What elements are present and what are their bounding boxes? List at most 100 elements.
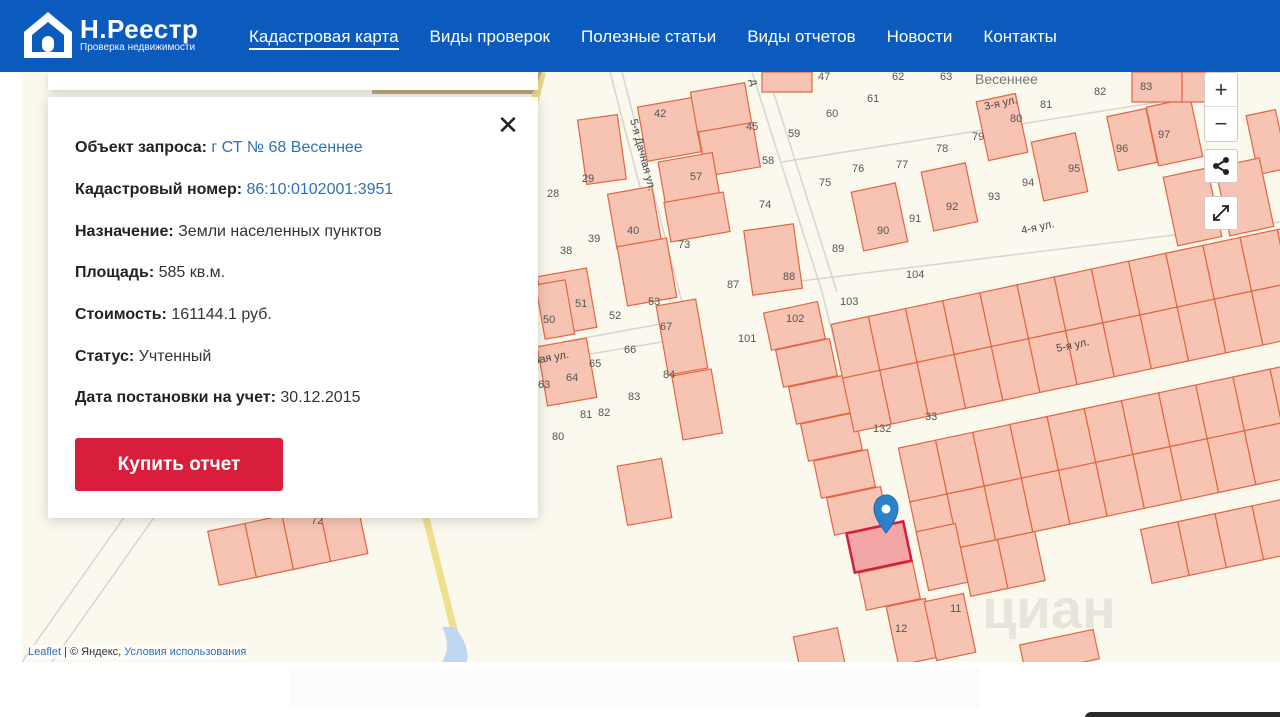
svg-text:77: 77 <box>896 159 908 171</box>
svg-text:78: 78 <box>936 143 948 155</box>
svg-text:95: 95 <box>1068 163 1080 175</box>
svg-text:104: 104 <box>906 269 924 281</box>
svg-text:93: 93 <box>988 191 1000 203</box>
svg-text:11: 11 <box>950 603 961 615</box>
svg-text:91: 91 <box>909 213 921 225</box>
svg-text:75: 75 <box>819 177 831 189</box>
svg-text:88: 88 <box>783 271 795 283</box>
nav-contacts[interactable]: Контакты <box>983 26 1056 50</box>
svg-text:39: 39 <box>588 233 600 245</box>
svg-text:58: 58 <box>762 155 774 167</box>
svg-text:29: 29 <box>582 173 594 185</box>
street-label: 4-я ул. <box>1020 218 1055 237</box>
svg-text:66: 66 <box>624 344 636 356</box>
nav-report-types[interactable]: Виды отчетов <box>747 26 855 50</box>
svg-text:28: 28 <box>547 188 559 200</box>
leaflet-link[interactable]: Leaflet <box>28 646 61 658</box>
svg-text:101: 101 <box>738 333 756 345</box>
svg-text:57: 57 <box>690 171 702 183</box>
svg-text:53: 53 <box>648 296 660 308</box>
overlay-corner <box>1085 712 1280 717</box>
terms-link[interactable]: Условия использования <box>124 646 246 658</box>
svg-text:76: 76 <box>852 163 864 175</box>
svg-text:59: 59 <box>788 128 800 140</box>
nav-useful-articles[interactable]: Полезные статьи <box>581 26 716 50</box>
svg-text:80: 80 <box>552 431 564 443</box>
svg-text:83: 83 <box>1140 81 1152 93</box>
svg-text:83: 83 <box>628 391 640 403</box>
nav-news[interactable]: Новости <box>887 26 953 50</box>
main-nav: Кадастровая карта Виды проверок Полезные… <box>249 26 1088 50</box>
svg-text:82: 82 <box>598 407 610 419</box>
svg-text:42: 42 <box>654 108 666 120</box>
house-logo-icon <box>24 12 72 58</box>
svg-text:97: 97 <box>1158 129 1170 141</box>
svg-text:80: 80 <box>1010 113 1022 125</box>
page-footer-area <box>290 668 980 708</box>
info-row-object: Объект запроса: г СТ № 68 Весеннее <box>75 139 363 156</box>
fullscreen-button[interactable] <box>1204 196 1238 230</box>
svg-text:60: 60 <box>826 108 838 120</box>
svg-text:81: 81 <box>580 409 592 421</box>
app-root: Н.Реестр Проверка недвижимости Кадастров… <box>0 0 1280 717</box>
svg-text:132: 132 <box>873 423 891 435</box>
svg-text:51: 51 <box>575 298 587 310</box>
svg-text:102: 102 <box>786 313 804 325</box>
plot-info-card: ✕ Объект запроса: г СТ № 68 Весеннее Кад… <box>48 97 538 518</box>
svg-text:62: 62 <box>892 72 904 83</box>
zoom-control: + − <box>1204 72 1238 142</box>
svg-text:79: 79 <box>972 131 984 143</box>
svg-text:50: 50 <box>543 314 555 326</box>
water-body <box>442 627 468 662</box>
nav-cadastral-map[interactable]: Кадастровая карта <box>249 26 399 50</box>
svg-text:73: 73 <box>678 239 690 251</box>
info-row-status: Статус: Учтенный <box>75 348 212 365</box>
logo-title: Н.Реестр <box>80 14 199 44</box>
zoom-out-button[interactable]: − <box>1205 107 1237 141</box>
share-button[interactable] <box>1204 149 1238 183</box>
svg-text:40: 40 <box>627 225 639 237</box>
info-row-area: Площадь: 585 кв.м. <box>75 264 226 281</box>
close-icon[interactable]: ✕ <box>494 110 522 140</box>
svg-text:52: 52 <box>609 310 621 322</box>
map-attribution: Leaflet | © Яндекс, Условия использовани… <box>28 645 247 659</box>
logo-subtitle: Проверка недвижимости <box>80 42 196 53</box>
svg-text:33: 33 <box>925 411 937 423</box>
svg-text:94: 94 <box>1022 177 1034 189</box>
svg-text:82: 82 <box>1094 86 1106 98</box>
cadastral-number-link[interactable]: 86:10:0102001:3951 <box>247 181 394 198</box>
svg-text:103: 103 <box>840 296 858 308</box>
logo[interactable]: Н.Реестр Проверка недвижимости <box>22 10 198 60</box>
svg-text:65: 65 <box>589 358 601 370</box>
svg-text:81: 81 <box>1040 99 1052 111</box>
svg-text:92: 92 <box>946 201 958 213</box>
svg-text:64: 64 <box>566 372 578 384</box>
svg-text:47: 47 <box>818 72 830 83</box>
svg-text:61: 61 <box>867 93 879 105</box>
yandex-attribution: | © Яндекс, <box>64 646 122 658</box>
fullscreen-icon <box>1213 205 1229 221</box>
svg-text:12: 12 <box>895 623 907 635</box>
info-row-cadastral-number: Кадастровый номер: 86:10:0102001:3951 <box>75 181 394 198</box>
svg-text:90: 90 <box>877 225 889 237</box>
previous-card-edge <box>48 72 538 90</box>
svg-text:96: 96 <box>1116 143 1128 155</box>
place-label: Весеннее <box>975 72 1038 87</box>
svg-text:67: 67 <box>660 321 672 333</box>
info-row-purpose: Назначение: Земли населенных пунктов <box>75 223 382 240</box>
site-header: Н.Реестр Проверка недвижимости Кадастров… <box>0 0 1280 72</box>
svg-text:63: 63 <box>538 379 550 391</box>
svg-text:89: 89 <box>832 243 844 255</box>
svg-text:45: 45 <box>746 121 758 133</box>
info-row-cost: Стоимость: 161144.1 руб. <box>75 306 272 323</box>
svg-text:63: 63 <box>940 72 952 83</box>
zoom-in-button[interactable]: + <box>1205 73 1237 107</box>
info-row-registration-date: Дата постановки на учет: 30.12.2015 <box>75 389 361 406</box>
nav-check-types[interactable]: Виды проверок <box>430 26 550 50</box>
object-link[interactable]: г СТ № 68 Весеннее <box>211 139 362 156</box>
svg-text:74: 74 <box>759 199 771 211</box>
svg-text:84: 84 <box>663 369 675 381</box>
svg-text:87: 87 <box>727 279 739 291</box>
buy-report-button[interactable]: Купить отчет <box>75 438 283 491</box>
share-icon <box>1213 157 1229 175</box>
